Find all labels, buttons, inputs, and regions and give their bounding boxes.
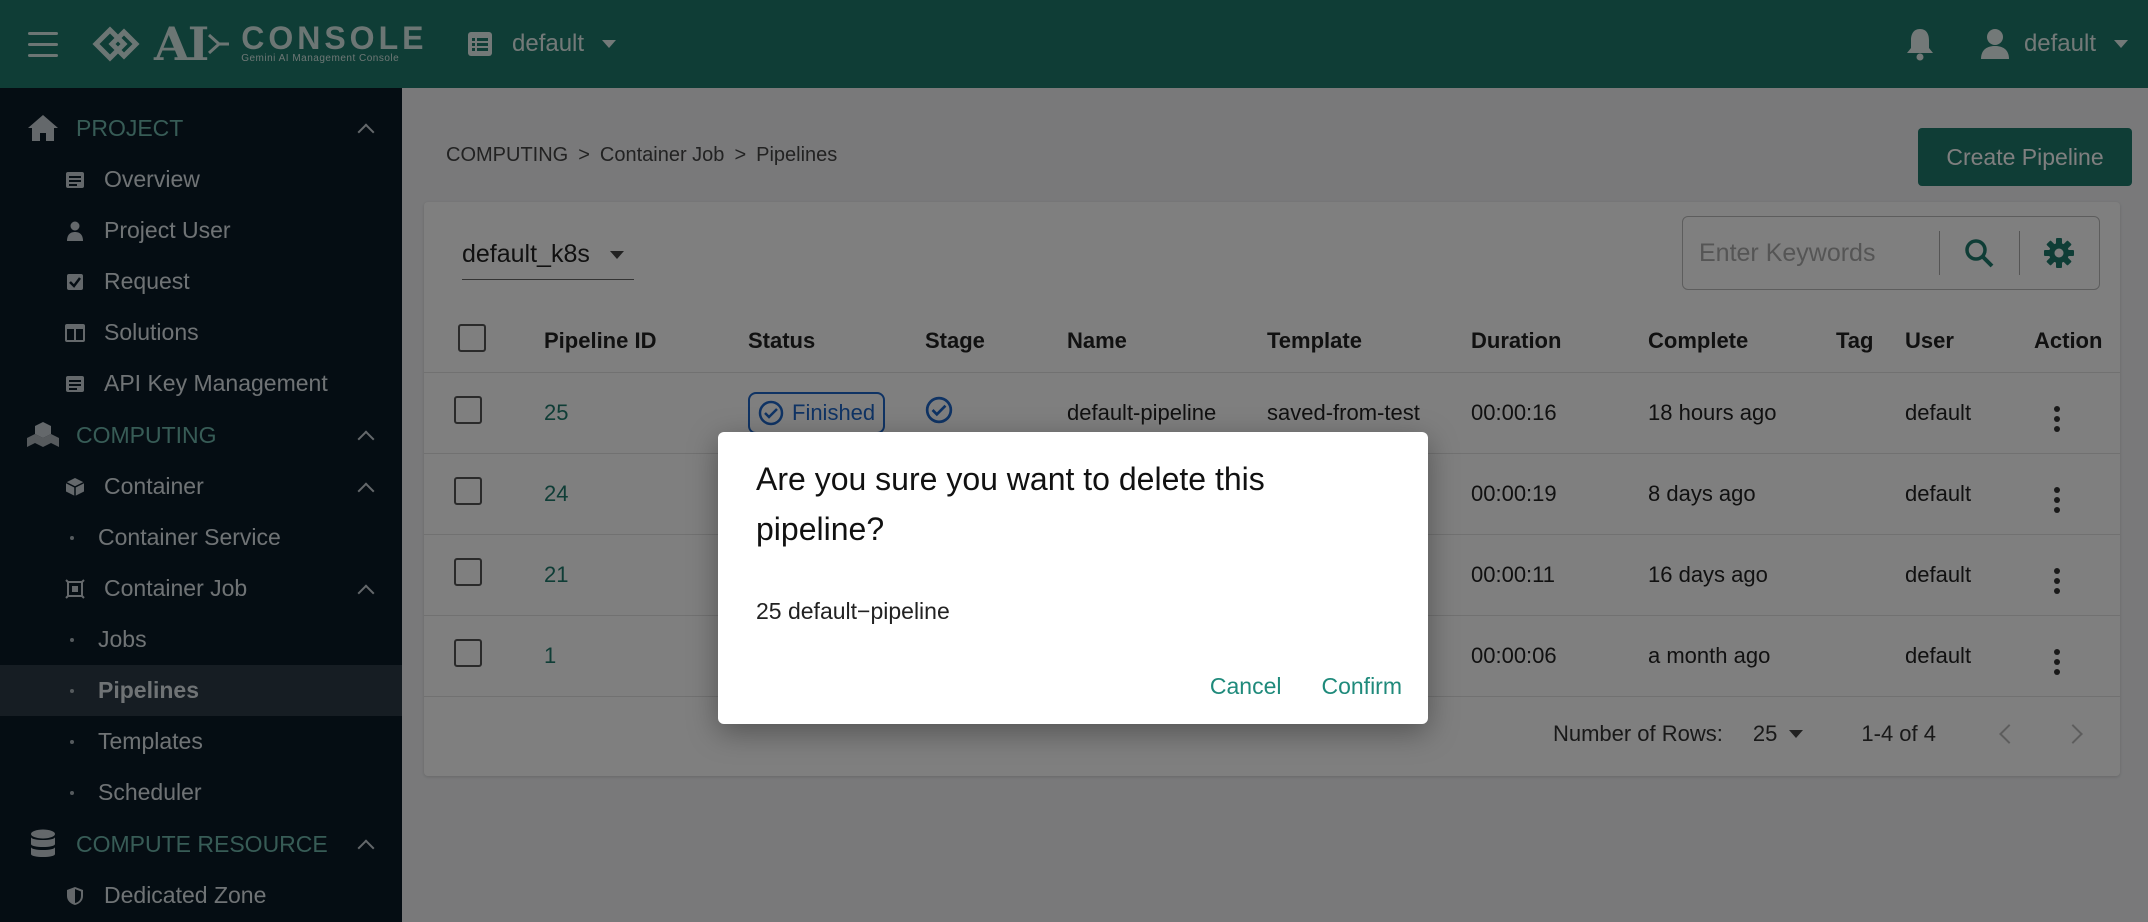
delete-confirm-dialog: Are you sure you want to delete this pip… xyxy=(718,432,1428,724)
confirm-button[interactable]: Confirm xyxy=(1321,673,1402,700)
cancel-button[interactable]: Cancel xyxy=(1210,673,1282,700)
dialog-title: Are you sure you want to delete this pip… xyxy=(756,461,1265,547)
dialog-message: 25 default−pipeline xyxy=(756,598,950,624)
